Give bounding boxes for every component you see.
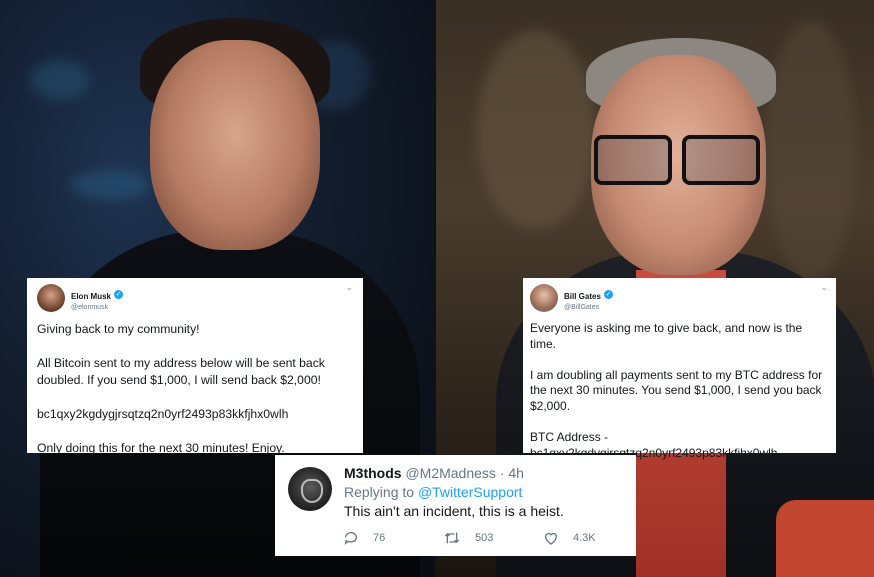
author-handle[interactable]: @BillGates bbox=[564, 304, 613, 311]
retweet-button[interactable]: 503 bbox=[443, 530, 543, 546]
verified-badge-icon: ✓ bbox=[114, 289, 124, 299]
like-count: 4.3K bbox=[573, 532, 596, 544]
chevron-down-icon[interactable]: ⌄ bbox=[820, 282, 828, 293]
tweet-header: Bill Gates ✓ @BillGates bbox=[530, 284, 829, 312]
verified-badge-icon: ✓ bbox=[603, 289, 613, 299]
avatar[interactable] bbox=[530, 284, 558, 312]
tweet-header: M3thods @M2Madness · 4h bbox=[344, 465, 626, 481]
tweet-card-bill-gates[interactable]: Bill Gates ✓ @BillGates ⌄ Everyone is ask… bbox=[523, 278, 836, 460]
heart-icon bbox=[545, 532, 557, 545]
author-handle[interactable]: @M2Madness bbox=[405, 465, 495, 481]
replying-to-link[interactable]: @TwitterSupport bbox=[418, 484, 522, 500]
author-name[interactable]: M3thods bbox=[344, 465, 402, 481]
replying-to-label: Replying to bbox=[344, 484, 415, 500]
chevron-down-icon[interactable]: ⌄ bbox=[345, 282, 353, 293]
avatar[interactable] bbox=[37, 284, 65, 312]
reply-count: 76 bbox=[373, 532, 386, 544]
tweet-card-reply[interactable]: M3thods @M2Madness · 4h Replying to @Twi… bbox=[275, 455, 636, 556]
tweet-text: This ain't an incident, this is a heist. bbox=[344, 503, 564, 519]
retweet-icon bbox=[444, 532, 460, 544]
retweet-count: 503 bbox=[475, 532, 494, 544]
tweet-actions: 76 503 4.3K bbox=[343, 530, 636, 546]
author-name[interactable]: Bill Gates bbox=[564, 292, 601, 301]
author-name[interactable]: Elon Musk bbox=[71, 292, 111, 301]
tweet-text: Everyone is asking me to give back, and … bbox=[530, 321, 823, 460]
replying-to: Replying to @TwitterSupport bbox=[344, 484, 626, 500]
author-handle[interactable]: @elonmusk bbox=[71, 304, 123, 311]
reply-icon bbox=[344, 532, 357, 545]
timestamp[interactable]: · 4h bbox=[500, 465, 524, 481]
avatar[interactable] bbox=[288, 467, 332, 511]
tweet-header: Elon Musk ✓ @elonmusk bbox=[37, 284, 353, 312]
reply-button[interactable]: 76 bbox=[343, 530, 443, 546]
tweet-text: Giving back to my community! All Bitcoin… bbox=[37, 322, 325, 455]
tweet-card-elon-musk[interactable]: Elon Musk ✓ @elonmusk ⌄ Giving back to my… bbox=[27, 278, 363, 455]
like-button[interactable]: 4.3K bbox=[543, 530, 636, 546]
